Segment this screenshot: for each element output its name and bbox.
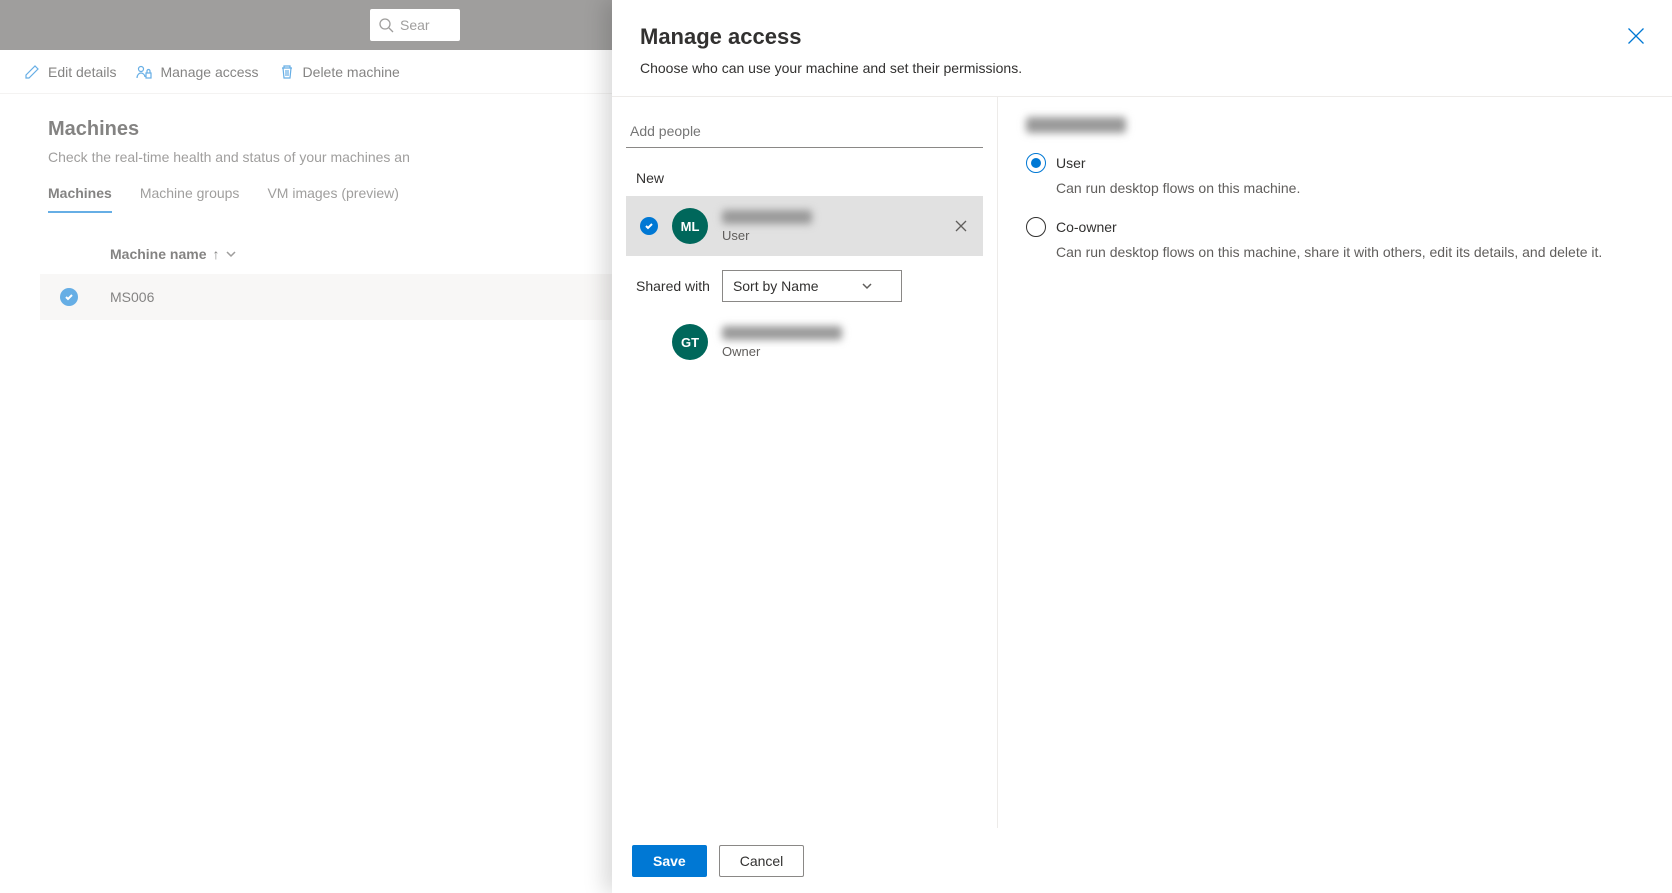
manage-access-panel: Manage access Choose who can use your ma… bbox=[612, 0, 1672, 893]
person-card-new[interactable]: ML User bbox=[626, 196, 983, 256]
cancel-button[interactable]: Cancel bbox=[719, 845, 805, 877]
person-info: User bbox=[722, 210, 939, 243]
radio-coowner[interactable] bbox=[1026, 217, 1046, 237]
person-card-shared[interactable]: GT Owner bbox=[626, 312, 983, 372]
perm-label-coowner: Co-owner bbox=[1056, 219, 1117, 235]
permission-option-coowner[interactable]: Co-owner Can run desktop flows on this m… bbox=[1026, 217, 1644, 263]
panel-right-column: User Can run desktop flows on this machi… bbox=[998, 97, 1672, 828]
section-new-label: New bbox=[626, 166, 983, 196]
shared-with-label: Shared with bbox=[636, 278, 710, 294]
panel-title: Manage access bbox=[640, 24, 1644, 50]
panel-subtitle: Choose who can use your machine and set … bbox=[640, 60, 1644, 76]
person-info: Owner bbox=[722, 326, 969, 359]
radio-user[interactable] bbox=[1026, 153, 1046, 173]
permission-option-user[interactable]: User Can run desktop flows on this machi… bbox=[1026, 153, 1644, 199]
sort-dropdown[interactable]: Sort by Name bbox=[722, 270, 902, 302]
shared-with-header: Shared with Sort by Name bbox=[626, 256, 983, 312]
panel-footer: Save Cancel bbox=[612, 828, 1672, 893]
person-role: User bbox=[722, 228, 939, 243]
close-icon bbox=[1626, 26, 1646, 46]
chevron-down-icon bbox=[861, 280, 873, 292]
person-role: Owner bbox=[722, 344, 969, 359]
x-icon bbox=[953, 218, 969, 234]
perm-desc-coowner: Can run desktop flows on this machine, s… bbox=[1026, 243, 1644, 263]
close-button[interactable] bbox=[1626, 26, 1646, 46]
perm-desc-user: Can run desktop flows on this machine. bbox=[1026, 179, 1644, 199]
permissions-title-redacted bbox=[1026, 117, 1126, 133]
remove-person-button[interactable] bbox=[953, 218, 969, 234]
person-name-redacted bbox=[722, 210, 812, 224]
person-check-icon[interactable] bbox=[640, 217, 658, 235]
panel-header: Manage access Choose who can use your ma… bbox=[612, 0, 1672, 97]
save-button[interactable]: Save bbox=[632, 845, 707, 877]
panel-body: New ML User Shared with Sort by N bbox=[612, 97, 1672, 828]
avatar: ML bbox=[672, 208, 708, 244]
panel-left-column: New ML User Shared with Sort by N bbox=[612, 97, 998, 828]
add-people-input[interactable] bbox=[626, 115, 983, 148]
perm-label-user: User bbox=[1056, 155, 1086, 171]
person-name-redacted bbox=[722, 326, 842, 340]
sort-value: Sort by Name bbox=[733, 278, 819, 294]
avatar: GT bbox=[672, 324, 708, 360]
